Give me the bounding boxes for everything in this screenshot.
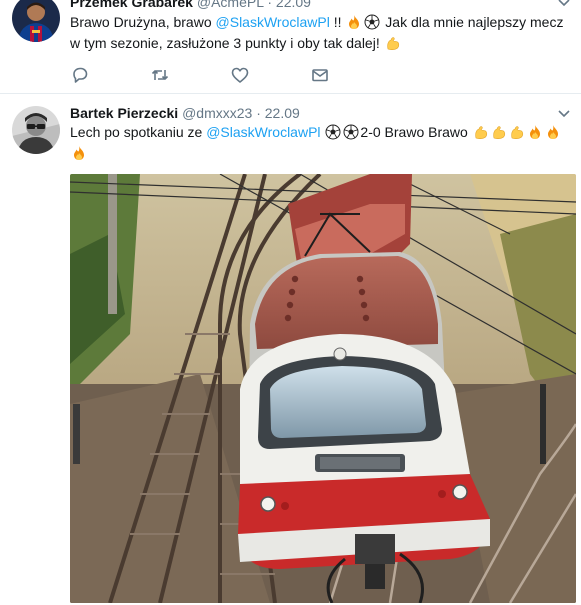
flexed-biceps-emoji [509,124,525,140]
text-segment [321,124,325,140]
fire-emoji [346,14,362,30]
soccer-ball-emoji [325,124,341,140]
fire-emoji [71,145,87,161]
soccer-ball-emoji [364,14,380,30]
tweet-actions [70,65,370,85]
tweet: Przemek Grabarek @AcmePL · 22.09 Brawo D… [0,0,581,94]
separator: · [267,0,273,10]
user-handle[interactable]: @dmxxx23 [182,105,252,121]
text-segment: Brawo Drużyna, brawo [70,14,216,30]
mention-link[interactable]: @SlaskWroclawPl [206,124,320,140]
flexed-biceps-emoji [473,124,489,140]
tweet-date[interactable]: 22.09 [265,105,300,121]
separator: · [256,105,261,121]
tweet-header: Przemek Grabarek @AcmePL · 22.09 [70,0,311,10]
retweet-icon[interactable] [150,65,170,85]
fire-emoji [545,124,561,140]
derailed-train-photo[interactable] [70,174,576,603]
flexed-biceps-emoji [385,35,401,51]
tweet-text: Brawo Drużyna, brawo @SlaskWroclawPl !! … [70,12,575,54]
direct-message-icon[interactable] [310,65,330,85]
chevron-down-icon[interactable] [557,0,571,10]
soccer-ball-emoji [343,124,359,140]
display-name[interactable]: Bartek Pierzecki [70,105,178,121]
avatar[interactable] [12,106,60,154]
mention-link[interactable]: @SlaskWroclawPl [216,14,330,30]
reply-icon[interactable] [70,65,90,85]
avatar[interactable] [12,0,60,42]
chevron-down-icon[interactable] [557,107,571,121]
user-handle[interactable]: @AcmePL [197,0,264,10]
fire-emoji [527,124,543,140]
text-segment: 2-0 Brawo Brawo [360,124,472,140]
flexed-biceps-emoji [491,124,507,140]
text-segment: Lech po spotkaniu ze [70,124,207,140]
text-segment: !! [329,14,346,30]
tweet-text: Lech po spotkaniu ze @SlaskWroclawPl 2-0… [70,122,575,164]
tweet: Bartek Pierzecki @dmxxx23 · 22.09 Lech p… [0,94,581,605]
like-icon[interactable] [230,65,250,85]
display-name[interactable]: Przemek Grabarek [70,0,193,10]
tweet-date[interactable]: 22.09 [276,0,311,10]
tweet-header: Bartek Pierzecki @dmxxx23 · 22.09 [70,105,300,121]
